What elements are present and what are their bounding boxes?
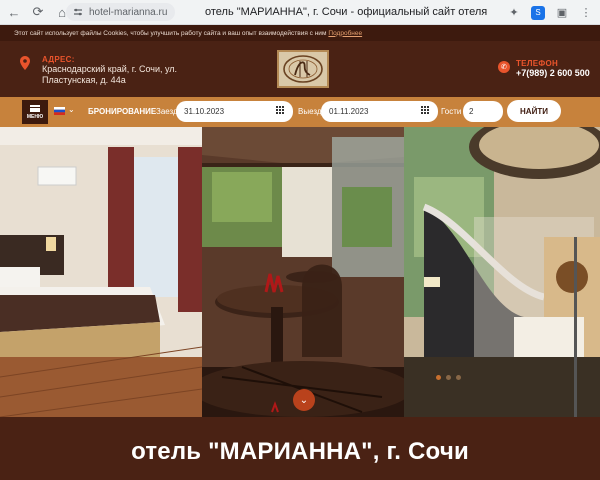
cookie-text: Этот сайт использует файлы Cookies, чтоб… xyxy=(14,29,327,37)
checkin-date-field[interactable]: 31.10.2023 xyxy=(176,101,293,122)
phone-icon: ✆ xyxy=(498,61,510,73)
checkin-label: Заезд xyxy=(156,107,178,116)
slider-dot-active[interactable] xyxy=(436,375,441,380)
scroll-down-icon[interactable]: ⌄ xyxy=(293,389,315,411)
slider-dot[interactable] xyxy=(446,375,451,380)
photo-lobby[interactable] xyxy=(404,127,600,417)
site-header: АДРЕС: Краснодарский край, г. Сочи, ул. … xyxy=(0,41,600,97)
menu-button[interactable]: МЕНЮ xyxy=(22,100,48,124)
site-info-icon[interactable] xyxy=(72,6,84,18)
reload-icon[interactable]: ⟳ xyxy=(28,2,48,22)
page-title: отель "МАРИАННА", г. Сочи - официальный … xyxy=(205,6,488,18)
search-button[interactable]: НАЙТИ xyxy=(507,100,561,122)
hero-gallery xyxy=(0,127,600,417)
russian-flag-icon[interactable] xyxy=(54,107,65,115)
checkout-date-field[interactable]: 01.11.2023 xyxy=(321,101,438,122)
slider-dots xyxy=(436,375,466,380)
address-line-1: Краснодарский край, г. Сочи, ул. xyxy=(42,64,178,74)
chevron-down-icon[interactable]: ⌄ xyxy=(68,105,75,114)
slider-dot[interactable] xyxy=(456,375,461,380)
address-bar[interactable]: hotel-marianna.ru xyxy=(66,3,176,21)
logo-emblem-icon xyxy=(283,55,323,83)
cast-icon[interactable]: ▣ xyxy=(552,3,572,23)
photo-terrace[interactable] xyxy=(202,127,404,417)
extension-icon[interactable]: S xyxy=(528,3,548,23)
hotel-logo[interactable] xyxy=(277,50,329,88)
back-icon[interactable]: ← xyxy=(4,2,24,22)
hero-title: отель "МАРИАННА", г. Сочи xyxy=(0,417,600,480)
address-label: АДРЕС: xyxy=(42,55,75,64)
cookie-notice: Этот сайт использует файлы Cookies, чтоб… xyxy=(0,25,600,41)
address-block: АДРЕС: Краснодарский край, г. Сочи, ул. … xyxy=(20,55,177,86)
url-text: hotel-marianna.ru xyxy=(89,6,168,18)
checkout-label: Выезд xyxy=(298,107,322,116)
guests-input[interactable]: 2 xyxy=(463,101,503,122)
phone-number[interactable]: +7(989) 2 600 500 xyxy=(516,68,590,78)
calendar-icon[interactable] xyxy=(276,106,286,116)
phone-block[interactable]: ✆ ТЕЛЕФОН +7(989) 2 600 500 xyxy=(498,59,590,78)
cookie-more-link[interactable]: Подробнее xyxy=(328,30,362,37)
photo-bedroom[interactable] xyxy=(0,127,202,417)
menu-label: МЕНЮ xyxy=(26,113,44,120)
bookmark-icon[interactable]: ✦ xyxy=(504,3,524,23)
booking-title: БРОНИРОВАНИЕ xyxy=(88,107,157,116)
checkin-date-value: 31.10.2023 xyxy=(184,107,225,116)
menu-dots-icon[interactable]: ⋮ xyxy=(576,3,596,23)
guests-label: Гости xyxy=(441,107,462,116)
address-line-2: Пластунская, д. 44а xyxy=(42,75,126,85)
browser-toolbar: ← ⟳ ⌂ hotel-marianna.ru отель "МАРИАННА"… xyxy=(0,0,600,25)
map-pin-icon xyxy=(20,56,30,70)
calendar-icon[interactable] xyxy=(421,106,431,116)
checkout-date-value: 01.11.2023 xyxy=(329,107,369,116)
guests-value: 2 xyxy=(469,107,474,116)
hamburger-icon xyxy=(30,104,40,112)
phone-label: ТЕЛЕФОН xyxy=(516,59,559,68)
